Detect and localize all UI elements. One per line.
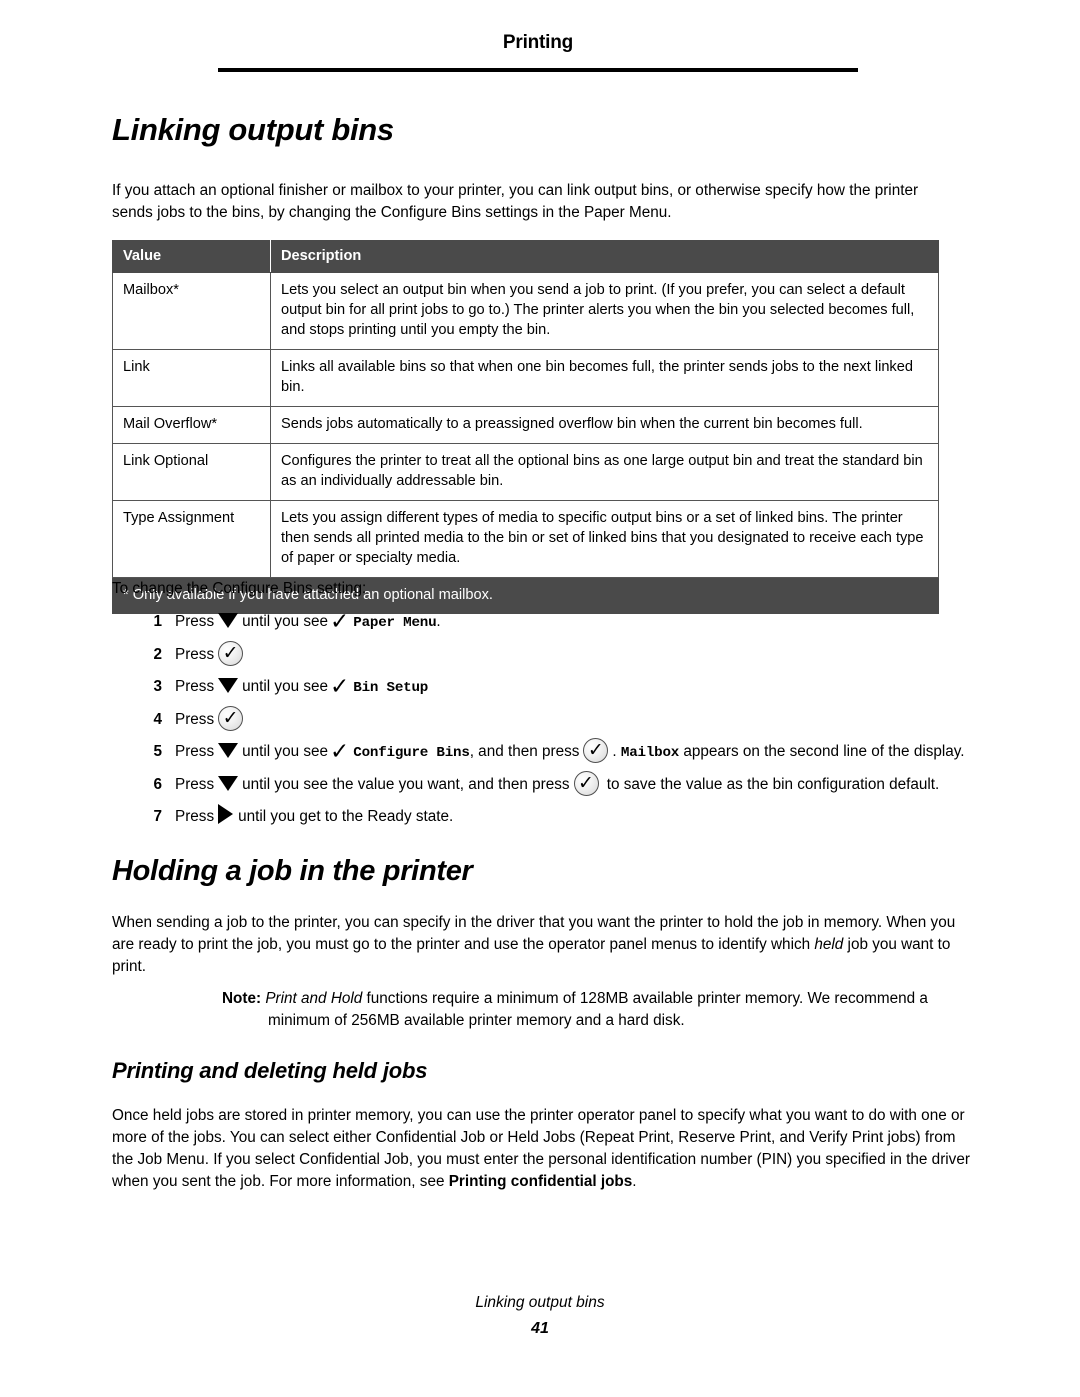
- step-7: 7 Press until you get to the Ready state.: [112, 803, 992, 831]
- press-label: Press: [175, 776, 215, 793]
- step-number: 4: [153, 711, 162, 728]
- document-page: Printing Linking output bins If you atta…: [0, 0, 1080, 1397]
- select-button-icon: [218, 641, 244, 666]
- held-jobs-paragraph: Once held jobs are stored in printer mem…: [112, 1105, 970, 1193]
- checkmark-icon: ✓: [330, 739, 350, 765]
- checkmark-icon: ✓: [330, 674, 350, 700]
- select-button-icon: [583, 738, 609, 763]
- column-header-value: Value: [112, 240, 271, 273]
- down-triangle-icon: [218, 678, 239, 693]
- column-header-description: Description: [270, 240, 939, 273]
- section-title-holding-job: Holding a job in the printer: [112, 855, 473, 887]
- menu-term: Bin Setup: [353, 680, 429, 696]
- press-label: Press: [175, 613, 215, 630]
- step-6: 6 Press until you see the value you want,…: [112, 771, 992, 799]
- cell-description: Sends jobs automatically to a preassigne…: [270, 406, 939, 444]
- step-text-1: until you get to the Ready state.: [238, 808, 454, 825]
- select-button-icon: [573, 771, 599, 796]
- step-number: 6: [153, 776, 162, 793]
- running-header: Printing: [502, 32, 574, 53]
- cell-description: Configures the printer to treat all the …: [270, 443, 939, 501]
- select-button-icon: [218, 706, 244, 731]
- holding-text-italic: held: [814, 936, 844, 953]
- table-row: Link Links all available bins so that wh…: [112, 349, 939, 407]
- steps-lead-in: To change the Configure Bins setting:: [112, 580, 367, 597]
- table-row: Mail Overflow* Sends jobs automatically …: [112, 406, 939, 444]
- step-number: 1: [153, 613, 162, 630]
- step-number: 2: [153, 646, 162, 663]
- press-label: Press: [175, 808, 215, 825]
- press-label: Press: [175, 743, 215, 760]
- step-body: Press until you see✓ Configure Bins, and t…: [175, 738, 965, 764]
- step-text-1: until you see: [242, 743, 328, 760]
- menu-term: Mailbox: [620, 745, 680, 761]
- note-text: functions require a minimum of 128MB ava…: [268, 990, 928, 1029]
- step-body: Press until you see the value you want, a…: [175, 771, 940, 796]
- cell-value: Link Optional: [112, 443, 271, 501]
- down-triangle-icon: [218, 613, 239, 628]
- note-italic-term: Print and Hold: [265, 990, 363, 1007]
- table-row: Mailbox* Lets you select an output bin w…: [112, 272, 939, 350]
- footer-title: Linking output bins: [475, 1294, 605, 1311]
- cell-value: Mailbox*: [112, 272, 271, 350]
- step-text-1: until you see: [242, 613, 328, 630]
- cell-description: Lets you assign different types of media…: [270, 500, 939, 578]
- header-rule: [218, 68, 858, 72]
- step-number: 3: [153, 678, 162, 695]
- down-triangle-icon: [218, 776, 239, 791]
- step-text-3: .: [612, 743, 617, 760]
- table-header-row: Value Description: [112, 240, 939, 273]
- checkmark-icon: ✓: [330, 609, 350, 635]
- cell-value: Mail Overflow*: [112, 406, 271, 444]
- cell-description: Links all available bins so that when on…: [270, 349, 939, 407]
- cell-value: Link: [112, 349, 271, 407]
- procedure-steps: 1 Press until you see✓ Paper Menu. 2 Press…: [112, 608, 992, 835]
- page-title: Linking output bins: [112, 112, 394, 147]
- step-1: 1 Press until you see✓ Paper Menu.: [112, 608, 992, 637]
- step-3: 3 Press until you see✓ Bin Setup: [112, 673, 992, 702]
- intro-paragraph: If you attach an optional finisher or ma…: [112, 182, 919, 221]
- step-text-2: , and then press: [469, 743, 580, 760]
- step-text-1: until you see: [242, 678, 328, 695]
- table-row: Type Assignment Lets you assign differen…: [112, 500, 939, 578]
- step-text-2: to save the value as the bin configurati…: [606, 776, 940, 793]
- cell-description: Lets you select an output bin when you s…: [270, 272, 939, 350]
- step-4: 4 Press: [112, 706, 992, 734]
- cell-value: Type Assignment: [112, 500, 271, 578]
- step-text-1: until you see the value you want, and th…: [242, 776, 570, 793]
- note-label: Note:: [222, 990, 262, 1007]
- note-block: Note: Print and Hold functions require a…: [222, 988, 964, 1032]
- step-text-4: appears on the second line of the displa…: [683, 743, 965, 760]
- configure-bins-table: Value Description Mailbox* Lets you sele…: [112, 240, 939, 614]
- step-5: 5 Press until you see✓ Configure Bins, and…: [112, 738, 992, 767]
- footer-page-number: 41: [531, 1320, 549, 1337]
- step-number: 5: [153, 743, 162, 760]
- step-2: 2 Press: [112, 641, 992, 669]
- step-body: Press until you get to the Ready state.: [175, 804, 454, 825]
- held-jobs-bold-link[interactable]: Printing confidential jobs: [449, 1173, 633, 1190]
- press-label: Press: [175, 678, 215, 695]
- note-body: Note: Print and Hold functions require a…: [222, 988, 964, 1032]
- menu-term: Configure Bins: [353, 745, 470, 761]
- step-text-2: .: [436, 613, 441, 630]
- step-body: Press until you see✓ Bin Setup: [175, 676, 429, 699]
- press-label: Press: [175, 711, 215, 728]
- subsection-title-printing-deleting: Printing and deleting held jobs: [112, 1058, 428, 1083]
- down-triangle-icon: [218, 743, 239, 758]
- menu-term: Paper Menu: [353, 615, 437, 631]
- step-body: Press: [175, 706, 247, 731]
- holding-job-paragraph: When sending a job to the printer, you c…: [112, 912, 964, 978]
- step-number: 7: [153, 808, 162, 825]
- step-body: Press until you see✓ Paper Menu.: [175, 611, 441, 634]
- step-body: Press: [175, 641, 247, 666]
- right-triangle-icon: [218, 804, 234, 824]
- press-label: Press: [175, 646, 215, 663]
- table-row: Link Optional Configures the printer to …: [112, 443, 939, 501]
- held-jobs-text-end: .: [632, 1173, 637, 1190]
